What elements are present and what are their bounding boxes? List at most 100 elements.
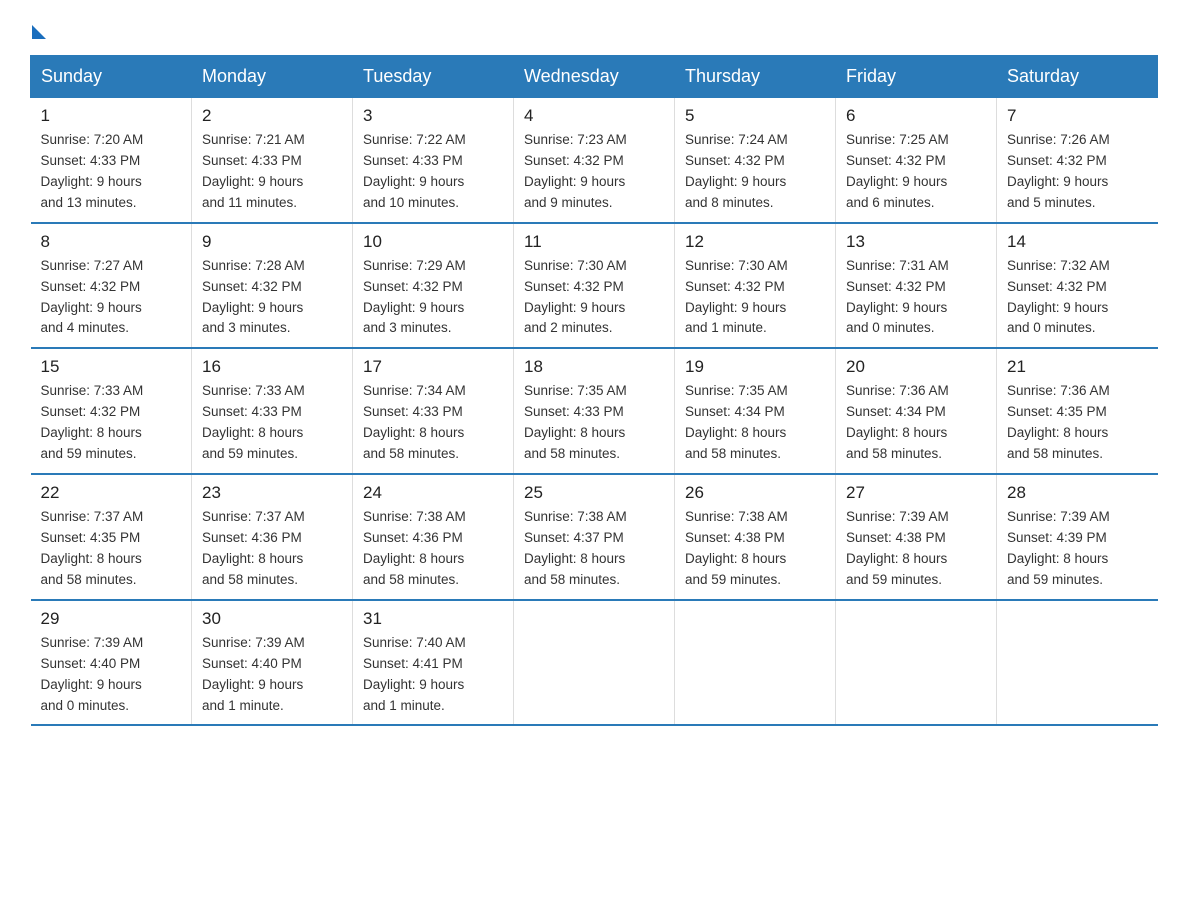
calendar-cell [514, 600, 675, 726]
day-info: Sunrise: 7:23 AMSunset: 4:32 PMDaylight:… [524, 132, 627, 210]
calendar-cell: 12 Sunrise: 7:30 AMSunset: 4:32 PMDaylig… [675, 223, 836, 349]
logo-arrow-icon [32, 25, 46, 39]
day-number: 27 [846, 483, 986, 503]
calendar-cell: 5 Sunrise: 7:24 AMSunset: 4:32 PMDayligh… [675, 98, 836, 223]
calendar-table: SundayMondayTuesdayWednesdayThursdayFrid… [30, 55, 1158, 726]
day-number: 9 [202, 232, 342, 252]
calendar-week-row: 8 Sunrise: 7:27 AMSunset: 4:32 PMDayligh… [31, 223, 1158, 349]
day-info: Sunrise: 7:21 AMSunset: 4:33 PMDaylight:… [202, 132, 305, 210]
day-number: 3 [363, 106, 503, 126]
calendar-cell: 30 Sunrise: 7:39 AMSunset: 4:40 PMDaylig… [192, 600, 353, 726]
calendar-cell: 8 Sunrise: 7:27 AMSunset: 4:32 PMDayligh… [31, 223, 192, 349]
calendar-cell: 31 Sunrise: 7:40 AMSunset: 4:41 PMDaylig… [353, 600, 514, 726]
calendar-cell: 16 Sunrise: 7:33 AMSunset: 4:33 PMDaylig… [192, 348, 353, 474]
day-number: 2 [202, 106, 342, 126]
column-header-sunday: Sunday [31, 56, 192, 98]
day-number: 20 [846, 357, 986, 377]
column-header-saturday: Saturday [997, 56, 1158, 98]
column-header-monday: Monday [192, 56, 353, 98]
day-number: 25 [524, 483, 664, 503]
day-number: 26 [685, 483, 825, 503]
day-info: Sunrise: 7:34 AMSunset: 4:33 PMDaylight:… [363, 383, 466, 461]
calendar-cell: 29 Sunrise: 7:39 AMSunset: 4:40 PMDaylig… [31, 600, 192, 726]
calendar-week-row: 15 Sunrise: 7:33 AMSunset: 4:32 PMDaylig… [31, 348, 1158, 474]
day-info: Sunrise: 7:33 AMSunset: 4:32 PMDaylight:… [41, 383, 144, 461]
day-number: 11 [524, 232, 664, 252]
column-header-wednesday: Wednesday [514, 56, 675, 98]
logo [30, 20, 46, 35]
day-number: 16 [202, 357, 342, 377]
day-info: Sunrise: 7:39 AMSunset: 4:40 PMDaylight:… [202, 635, 305, 713]
day-number: 30 [202, 609, 342, 629]
day-info: Sunrise: 7:39 AMSunset: 4:38 PMDaylight:… [846, 509, 949, 587]
day-number: 10 [363, 232, 503, 252]
calendar-week-row: 22 Sunrise: 7:37 AMSunset: 4:35 PMDaylig… [31, 474, 1158, 600]
day-info: Sunrise: 7:39 AMSunset: 4:39 PMDaylight:… [1007, 509, 1110, 587]
calendar-cell: 13 Sunrise: 7:31 AMSunset: 4:32 PMDaylig… [836, 223, 997, 349]
column-header-thursday: Thursday [675, 56, 836, 98]
day-info: Sunrise: 7:20 AMSunset: 4:33 PMDaylight:… [41, 132, 144, 210]
day-info: Sunrise: 7:38 AMSunset: 4:38 PMDaylight:… [685, 509, 788, 587]
day-number: 12 [685, 232, 825, 252]
column-header-friday: Friday [836, 56, 997, 98]
calendar-cell: 6 Sunrise: 7:25 AMSunset: 4:32 PMDayligh… [836, 98, 997, 223]
calendar-header-row: SundayMondayTuesdayWednesdayThursdayFrid… [31, 56, 1158, 98]
calendar-cell: 21 Sunrise: 7:36 AMSunset: 4:35 PMDaylig… [997, 348, 1158, 474]
day-info: Sunrise: 7:22 AMSunset: 4:33 PMDaylight:… [363, 132, 466, 210]
day-info: Sunrise: 7:38 AMSunset: 4:37 PMDaylight:… [524, 509, 627, 587]
day-info: Sunrise: 7:29 AMSunset: 4:32 PMDaylight:… [363, 258, 466, 336]
day-info: Sunrise: 7:35 AMSunset: 4:33 PMDaylight:… [524, 383, 627, 461]
day-number: 1 [41, 106, 182, 126]
calendar-cell: 15 Sunrise: 7:33 AMSunset: 4:32 PMDaylig… [31, 348, 192, 474]
day-info: Sunrise: 7:24 AMSunset: 4:32 PMDaylight:… [685, 132, 788, 210]
day-info: Sunrise: 7:28 AMSunset: 4:32 PMDaylight:… [202, 258, 305, 336]
calendar-cell: 26 Sunrise: 7:38 AMSunset: 4:38 PMDaylig… [675, 474, 836, 600]
calendar-cell [836, 600, 997, 726]
day-number: 29 [41, 609, 182, 629]
day-info: Sunrise: 7:35 AMSunset: 4:34 PMDaylight:… [685, 383, 788, 461]
calendar-cell: 18 Sunrise: 7:35 AMSunset: 4:33 PMDaylig… [514, 348, 675, 474]
calendar-cell: 23 Sunrise: 7:37 AMSunset: 4:36 PMDaylig… [192, 474, 353, 600]
calendar-week-row: 1 Sunrise: 7:20 AMSunset: 4:33 PMDayligh… [31, 98, 1158, 223]
day-info: Sunrise: 7:32 AMSunset: 4:32 PMDaylight:… [1007, 258, 1110, 336]
calendar-cell: 2 Sunrise: 7:21 AMSunset: 4:33 PMDayligh… [192, 98, 353, 223]
day-info: Sunrise: 7:37 AMSunset: 4:35 PMDaylight:… [41, 509, 144, 587]
day-number: 17 [363, 357, 503, 377]
calendar-cell: 7 Sunrise: 7:26 AMSunset: 4:32 PMDayligh… [997, 98, 1158, 223]
day-info: Sunrise: 7:30 AMSunset: 4:32 PMDaylight:… [685, 258, 788, 336]
calendar-cell: 28 Sunrise: 7:39 AMSunset: 4:39 PMDaylig… [997, 474, 1158, 600]
day-number: 31 [363, 609, 503, 629]
calendar-cell: 14 Sunrise: 7:32 AMSunset: 4:32 PMDaylig… [997, 223, 1158, 349]
calendar-cell: 17 Sunrise: 7:34 AMSunset: 4:33 PMDaylig… [353, 348, 514, 474]
day-number: 4 [524, 106, 664, 126]
day-number: 8 [41, 232, 182, 252]
column-header-tuesday: Tuesday [353, 56, 514, 98]
day-info: Sunrise: 7:25 AMSunset: 4:32 PMDaylight:… [846, 132, 949, 210]
day-number: 13 [846, 232, 986, 252]
day-info: Sunrise: 7:31 AMSunset: 4:32 PMDaylight:… [846, 258, 949, 336]
calendar-cell: 27 Sunrise: 7:39 AMSunset: 4:38 PMDaylig… [836, 474, 997, 600]
day-number: 18 [524, 357, 664, 377]
calendar-cell: 22 Sunrise: 7:37 AMSunset: 4:35 PMDaylig… [31, 474, 192, 600]
day-number: 23 [202, 483, 342, 503]
day-number: 24 [363, 483, 503, 503]
calendar-cell: 9 Sunrise: 7:28 AMSunset: 4:32 PMDayligh… [192, 223, 353, 349]
calendar-cell: 20 Sunrise: 7:36 AMSunset: 4:34 PMDaylig… [836, 348, 997, 474]
page-header [30, 20, 1158, 35]
calendar-cell [675, 600, 836, 726]
day-number: 14 [1007, 232, 1148, 252]
day-number: 21 [1007, 357, 1148, 377]
day-info: Sunrise: 7:33 AMSunset: 4:33 PMDaylight:… [202, 383, 305, 461]
calendar-cell: 10 Sunrise: 7:29 AMSunset: 4:32 PMDaylig… [353, 223, 514, 349]
day-info: Sunrise: 7:37 AMSunset: 4:36 PMDaylight:… [202, 509, 305, 587]
calendar-cell: 25 Sunrise: 7:38 AMSunset: 4:37 PMDaylig… [514, 474, 675, 600]
day-info: Sunrise: 7:27 AMSunset: 4:32 PMDaylight:… [41, 258, 144, 336]
calendar-cell: 24 Sunrise: 7:38 AMSunset: 4:36 PMDaylig… [353, 474, 514, 600]
calendar-cell: 19 Sunrise: 7:35 AMSunset: 4:34 PMDaylig… [675, 348, 836, 474]
day-info: Sunrise: 7:39 AMSunset: 4:40 PMDaylight:… [41, 635, 144, 713]
calendar-cell: 11 Sunrise: 7:30 AMSunset: 4:32 PMDaylig… [514, 223, 675, 349]
calendar-cell: 1 Sunrise: 7:20 AMSunset: 4:33 PMDayligh… [31, 98, 192, 223]
calendar-cell: 4 Sunrise: 7:23 AMSunset: 4:32 PMDayligh… [514, 98, 675, 223]
day-info: Sunrise: 7:30 AMSunset: 4:32 PMDaylight:… [524, 258, 627, 336]
day-info: Sunrise: 7:38 AMSunset: 4:36 PMDaylight:… [363, 509, 466, 587]
